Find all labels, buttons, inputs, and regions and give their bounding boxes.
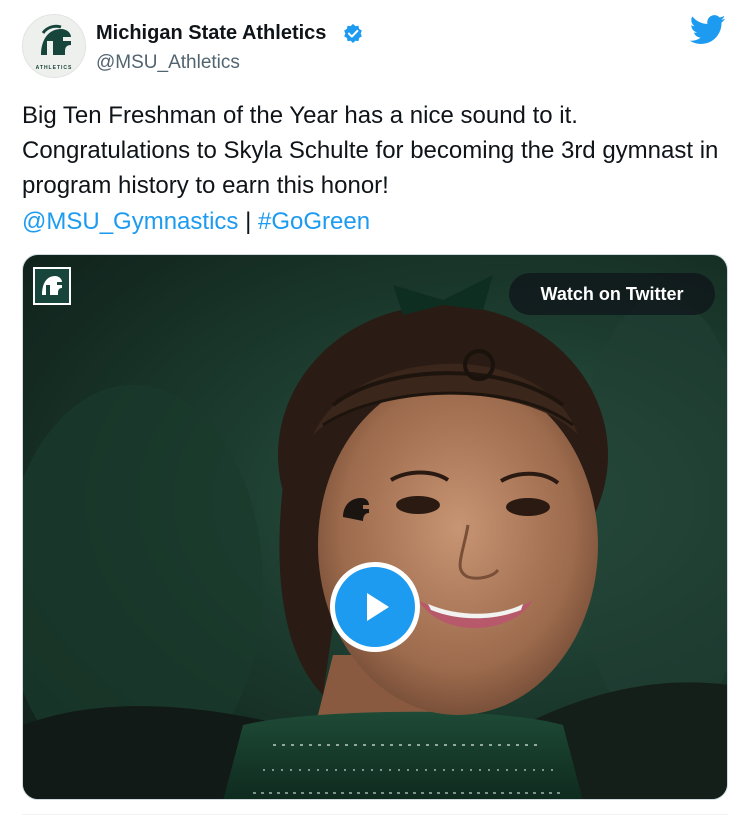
- video-player[interactable]: Watch on Twitter: [22, 254, 728, 800]
- play-icon: [367, 593, 389, 621]
- author-handle[interactable]: @MSU_Athletics: [96, 52, 240, 74]
- hashtag-link[interactable]: #GoGreen: [258, 208, 370, 235]
- author-avatar[interactable]: ATHLETICS: [22, 14, 86, 78]
- mention-link[interactable]: @MSU_Gymnastics: [22, 208, 238, 235]
- tweet-links: @MSU_Gymnastics | #GoGreen: [22, 204, 370, 239]
- play-button[interactable]: [330, 562, 420, 652]
- author-display-name[interactable]: Michigan State Athletics: [96, 22, 326, 45]
- video-thumbnail: [23, 275, 727, 799]
- bottom-divider: [22, 814, 728, 815]
- twitter-bird-icon[interactable]: [690, 14, 726, 46]
- avatar-label: ATHLETICS: [35, 65, 73, 71]
- verified-badge-icon: [344, 23, 362, 43]
- tweet-card: ATHLETICS Michigan State Athletics @MSU_…: [0, 0, 750, 821]
- spartan-logo-icon: [42, 276, 62, 295]
- tweet-text: Big Ten Freshman of the Year has a nice …: [22, 102, 719, 199]
- link-separator: |: [245, 208, 252, 235]
- watch-on-twitter-button[interactable]: Watch on Twitter: [509, 273, 715, 315]
- spartan-corner-logo: [33, 267, 71, 305]
